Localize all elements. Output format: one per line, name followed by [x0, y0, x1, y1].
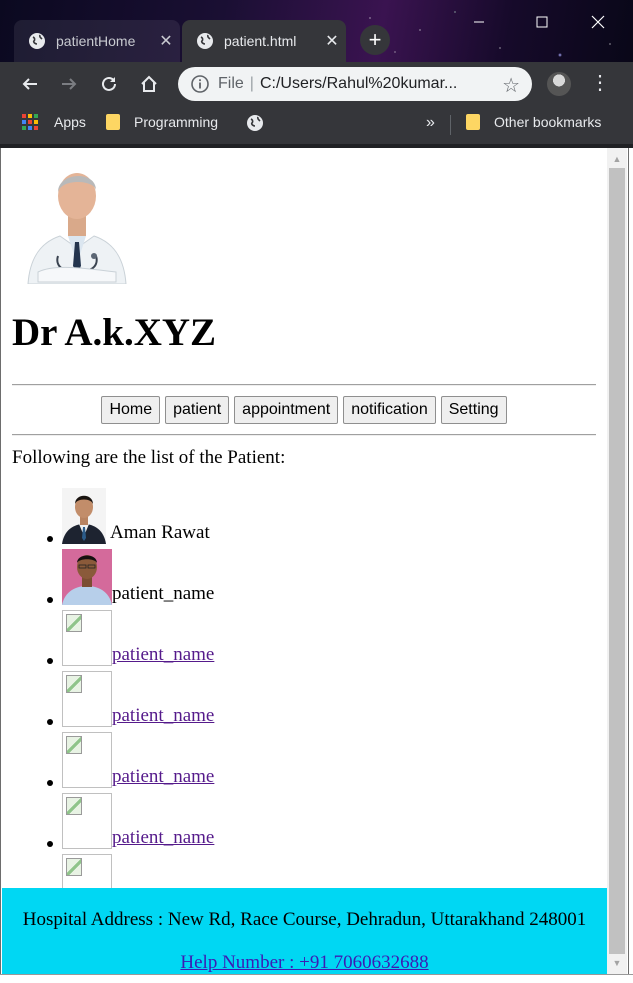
bullet — [47, 841, 53, 847]
list-item: patient_name — [2, 671, 402, 729]
window-border-left — [0, 148, 1, 982]
main-nav: Home patient appointment notification Se… — [12, 396, 596, 424]
list-item: patient_name — [2, 549, 402, 607]
bullet — [47, 536, 53, 542]
patient-name-link[interactable]: patient_name — [112, 705, 214, 727]
home-icon[interactable] — [133, 68, 165, 100]
tab-title: patientHome — [56, 33, 136, 49]
info-icon[interactable] — [190, 74, 210, 94]
nav-patient-button[interactable]: patient — [165, 396, 230, 424]
bookmark-programming[interactable]: Programming — [106, 114, 218, 130]
bullet — [47, 780, 53, 786]
patient-name: Aman Rawat — [110, 522, 210, 543]
globe-icon — [247, 115, 263, 131]
bookmark-star-icon[interactable]: ☆ — [502, 73, 520, 98]
url-separator: | — [249, 75, 254, 92]
minimize-icon[interactable] — [456, 2, 502, 42]
nav-setting-button[interactable]: Setting — [440, 396, 507, 424]
bullet — [47, 597, 53, 603]
help-number-link[interactable]: Help Number : +91 7060632688 — [2, 952, 607, 974]
patient-photo — [62, 488, 106, 544]
toolbar: File | C:/Users/Rahul%20kumar... ☆ ⋮ — [0, 62, 633, 106]
back-icon[interactable] — [14, 68, 46, 100]
profile-avatar[interactable] — [547, 72, 571, 96]
folder-icon — [466, 114, 480, 130]
scroll-up-icon[interactable]: ▲ — [607, 150, 627, 168]
page-footer: Hospital Address : New Rd, Race Course, … — [2, 888, 607, 974]
menu-icon[interactable]: ⋮ — [590, 70, 610, 95]
globe-icon — [29, 33, 45, 49]
bookmark-label: Other bookmarks — [494, 114, 602, 130]
reload-icon[interactable] — [93, 68, 125, 100]
patient-photo — [62, 549, 112, 605]
bullet — [47, 719, 53, 725]
bookmarks-divider — [450, 115, 451, 135]
url-scheme: File — [218, 75, 244, 92]
broken-image-icon — [62, 671, 112, 727]
tab-close-icon[interactable]: ✕ — [152, 31, 180, 51]
divider-bottom — [12, 434, 596, 436]
globe-icon — [197, 33, 213, 49]
nav-notification-button[interactable]: notification — [343, 396, 436, 424]
nav-appointment-button[interactable]: appointment — [234, 396, 339, 424]
tab-patient-home[interactable]: patientHome ✕ — [14, 20, 180, 62]
bookmarks-bar: Apps Programming » Other bookmarks — [0, 106, 633, 144]
list-item: Aman Rawat — [2, 488, 402, 546]
divider-top — [12, 384, 596, 386]
window-close-icon[interactable] — [575, 2, 621, 42]
maximize-icon[interactable] — [519, 2, 565, 42]
patient-name-link[interactable]: patient_name — [112, 766, 214, 788]
broken-image-icon — [62, 732, 112, 788]
scrollbar-thumb[interactable] — [609, 168, 625, 954]
vertical-scrollbar[interactable]: ▲ ▼ — [607, 148, 627, 974]
url-text: C:/Users/Rahul%20kumar... — [259, 75, 458, 92]
nav-home-button[interactable]: Home — [101, 396, 161, 424]
patient-name: patient_name — [112, 583, 215, 604]
window-border-right — [628, 148, 629, 982]
page-viewport: Dr A.k.XYZ Home patient appointment noti… — [2, 148, 607, 974]
browser-chrome: patientHome ✕ patient.html ✕ + File | C:… — [0, 0, 633, 148]
hospital-address: Hospital Address : New Rd, Race Course, … — [22, 909, 587, 930]
apps-grid-icon — [22, 114, 38, 130]
doctor-photo — [27, 173, 127, 284]
patient-list-intro: Following are the list of the Patient: — [12, 447, 286, 468]
bookmark-globe[interactable] — [246, 114, 264, 132]
bookmark-other[interactable]: Other bookmarks — [466, 114, 601, 130]
list-item: patient_name — [2, 732, 402, 790]
broken-image-icon — [62, 610, 112, 666]
forward-icon[interactable] — [53, 68, 85, 100]
scroll-down-icon[interactable]: ▼ — [607, 954, 627, 972]
doctor-name: Dr A.k.XYZ — [12, 311, 217, 354]
bookmarks-overflow-icon[interactable]: » — [426, 114, 435, 132]
new-tab-button[interactable]: + — [360, 25, 390, 55]
tab-title: patient.html — [224, 33, 297, 49]
bookmark-label: Programming — [134, 114, 219, 130]
bookmark-apps[interactable]: Apps — [22, 114, 86, 130]
tab-close-icon[interactable]: ✕ — [318, 31, 346, 51]
folder-icon — [106, 114, 120, 130]
patient-name-link[interactable]: patient_name — [112, 827, 214, 849]
address-bar[interactable]: File | C:/Users/Rahul%20kumar... ☆ — [178, 67, 532, 101]
bookmark-label: Apps — [54, 114, 86, 130]
bullet — [47, 658, 53, 664]
patient-name-link[interactable]: patient_name — [112, 644, 214, 666]
list-item: patient_name — [2, 610, 402, 668]
broken-image-icon — [62, 793, 112, 849]
tab-patient-html[interactable]: patient.html ✕ — [182, 20, 346, 62]
list-item: patient_name — [2, 793, 402, 851]
